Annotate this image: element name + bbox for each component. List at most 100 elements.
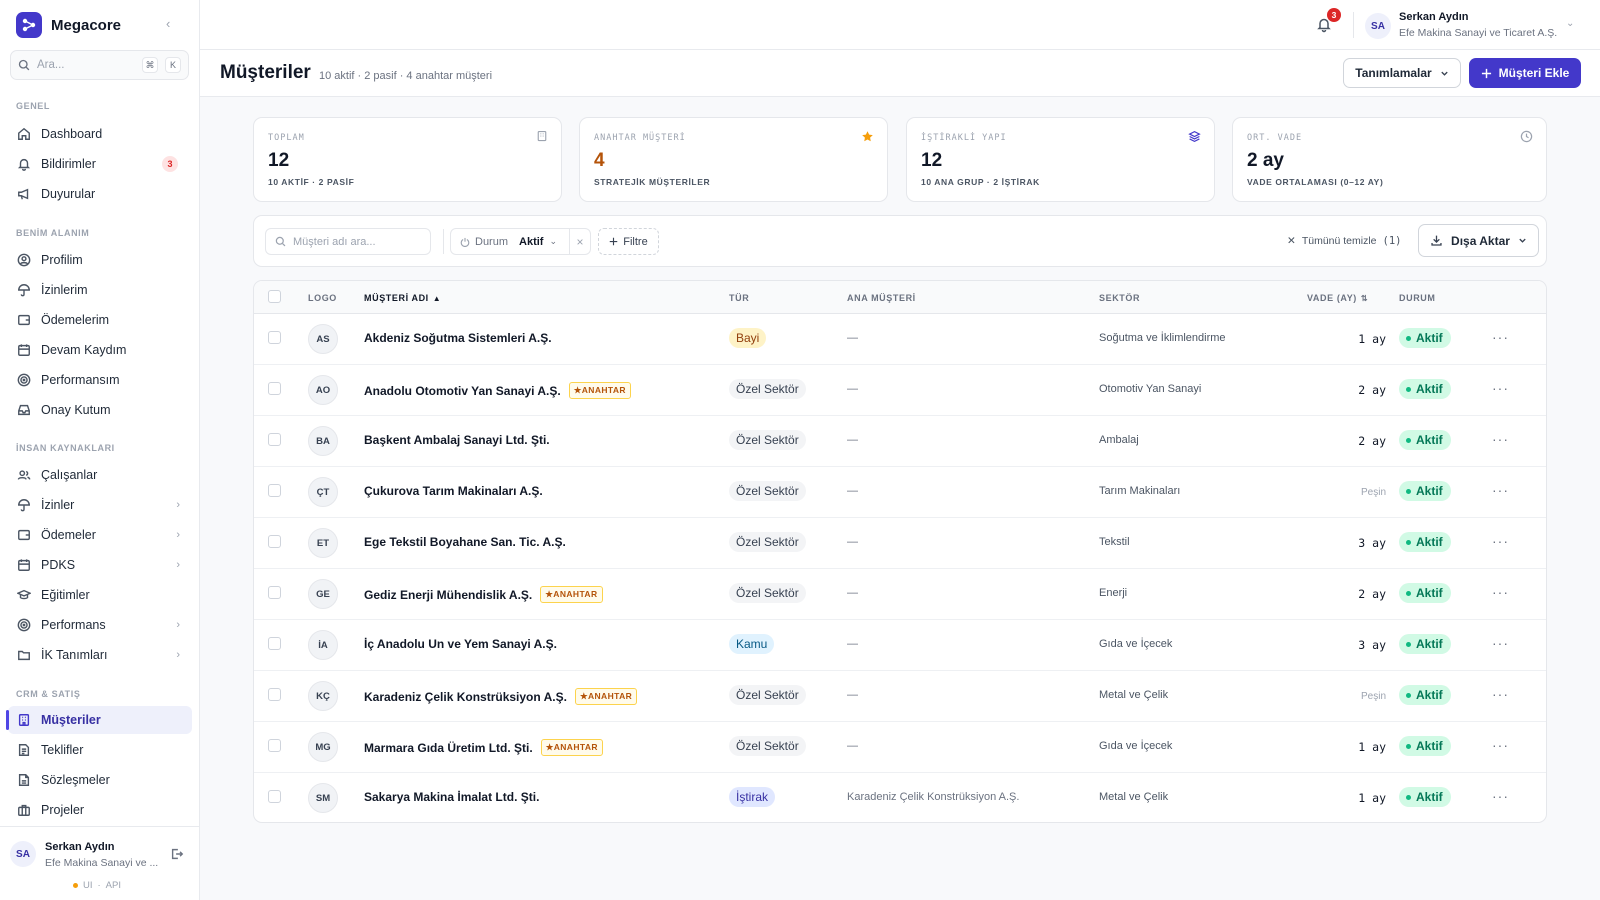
customer-name-cell[interactable]: Başkent Ambalaj Sanayi Ltd. Şti. [364, 433, 550, 447]
table-row[interactable]: MG Marmara Gıda Üretim Ltd. Şti. ★ANAHTAR Ö… [254, 722, 1546, 773]
sidebar-item-duyurular[interactable]: Duyurular [8, 180, 192, 208]
select-all-checkbox[interactable] [268, 290, 281, 303]
customer-name-cell[interactable]: Çukurova Tarım Makinaları A.Ş. [364, 484, 543, 498]
sidebar-item-odemeler[interactable]: Ödemeler › [8, 521, 192, 549]
more-actions-icon[interactable]: ··· [1492, 431, 1509, 447]
more-actions-icon[interactable]: ··· [1492, 533, 1509, 549]
sidebar-item-calisanlar[interactable]: Çalışanlar [8, 461, 192, 489]
row-checkbox[interactable] [268, 331, 281, 344]
sidebar-item-izinler[interactable]: İzinler › [8, 491, 192, 519]
sidebar-item-odemelerim[interactable]: Ödemelerim [8, 306, 192, 334]
sidebar-search-input[interactable]: Ara... [37, 59, 135, 71]
customer-name: Anadolu Otomotiv Yan Sanayi A.Ş. [364, 383, 561, 398]
stat-label: İŞTİRAKLİ YAPI [921, 133, 1007, 143]
sidebar-item-dashboard[interactable]: Dashboard [8, 120, 192, 148]
sidebar-item-egitimler[interactable]: Eğitimler [8, 581, 192, 609]
definitions-dropdown[interactable]: Tanımlamalar [1343, 58, 1461, 88]
sidebar-item-projeler[interactable]: Projeler [8, 796, 192, 824]
sidebar-item-teklifler[interactable]: Teklifler [8, 736, 192, 764]
add-customer-button[interactable]: Müşteri Ekle [1469, 58, 1581, 88]
star-icon: ★ [579, 691, 588, 701]
col-logo: LOGO [308, 293, 337, 303]
more-actions-icon[interactable]: ··· [1492, 329, 1509, 345]
brand[interactable]: Megacore [16, 12, 121, 38]
user-name[interactable]: Serkan Aydın [1399, 11, 1469, 23]
customer-name-cell[interactable]: Gediz Enerji Mühendislik A.Ş. ★ANAHTAR [364, 586, 603, 603]
customer-name-cell[interactable]: Ege Tekstil Boyahane San. Tic. A.Ş. [364, 535, 566, 549]
status-filter-chip[interactable]: Durum Aktif ⌄ × [450, 228, 591, 255]
table-row[interactable]: AS Akdeniz Soğutma Sistemleri A.Ş. Bayi — So… [254, 314, 1546, 365]
row-checkbox[interactable] [268, 433, 281, 446]
star-icon [862, 131, 873, 142]
table-row[interactable]: İA İç Anadolu Un ve Yem Sanayi A.Ş. Kamu — G… [254, 620, 1546, 671]
sidebar-item-profilim[interactable]: Profilim [8, 246, 192, 274]
avatar[interactable]: SA [10, 841, 36, 867]
page-header: Müşteriler 10 aktif · 2 pasif · 4 anahta… [200, 50, 1600, 97]
table-row[interactable]: GE Gediz Enerji Mühendislik A.Ş. ★ANAHTAR Ö… [254, 569, 1546, 620]
remove-filter-icon[interactable]: × [569, 229, 590, 254]
customer-name-cell[interactable]: Anadolu Otomotiv Yan Sanayi A.Ş. ★ANAHTAR [364, 382, 631, 399]
more-actions-icon[interactable]: ··· [1492, 686, 1509, 702]
table-row[interactable]: SM Sakarya Makina İmalat Ltd. Şti. İştirak… [254, 773, 1546, 822]
add-filter-button[interactable]: Filtre [598, 228, 659, 255]
row-checkbox[interactable] [268, 739, 281, 752]
sidebar-item-sozlesmeler[interactable]: Sözleşmeler [8, 766, 192, 794]
customer-name-cell[interactable]: Karadeniz Çelik Konstrüksiyon A.Ş. ★ANAHT… [364, 688, 638, 705]
stat-card-total: TOPLAM 12 10 AKTİF · 2 PASİF [253, 117, 562, 202]
sidebar-item-label: Performans [41, 618, 106, 632]
customer-name-cell[interactable]: Akdeniz Soğutma Sistemleri A.Ş. [364, 331, 552, 345]
logout-icon[interactable] [170, 847, 184, 861]
table-row[interactable]: ÇT Çukurova Tarım Makinaları A.Ş. Özel Sek… [254, 467, 1546, 518]
kbd-cmd: ⌘ [142, 57, 158, 73]
sidebar-item-performansim[interactable]: Performansım [8, 366, 192, 394]
row-checkbox[interactable] [268, 382, 281, 395]
table-row[interactable]: KÇ Karadeniz Çelik Konstrüksiyon A.Ş. ★ANA… [254, 671, 1546, 722]
sidebar-item-musteriler[interactable]: Müşteriler [6, 706, 192, 734]
clear-filters-button[interactable]: ✕ Tümünü temizle (1) [1287, 235, 1401, 247]
divider [1353, 12, 1354, 38]
sidebar-item-bildirimler[interactable]: Bildirimler 3 [8, 150, 192, 178]
more-actions-icon[interactable]: ··· [1492, 737, 1509, 753]
table-row[interactable]: BA Başkent Ambalaj Sanayi Ltd. Şti. Özel S… [254, 416, 1546, 467]
col-term[interactable]: VADE (AY) ⇅ [1307, 293, 1368, 303]
customer-name-cell[interactable]: İç Anadolu Un ve Yem Sanayi A.Ş. [364, 637, 557, 651]
row-checkbox[interactable] [268, 790, 281, 803]
row-checkbox[interactable] [268, 535, 281, 548]
sidebar-item-devam-kaydim[interactable]: Devam Kaydım [8, 336, 192, 364]
more-actions-icon[interactable]: ··· [1492, 635, 1509, 651]
customer-name-cell[interactable]: Marmara Gıda Üretim Ltd. Şti. ★ANAHTAR [364, 739, 603, 756]
collapse-sidebar-icon[interactable]: ‹ [166, 16, 170, 31]
sidebar-item-pdks[interactable]: PDKS › [8, 551, 192, 579]
page-title: Müşteriler [220, 62, 311, 83]
col-customer-name[interactable]: MÜŞTERİ ADI ▲ [364, 293, 441, 303]
more-actions-icon[interactable]: ··· [1492, 584, 1509, 600]
customer-logo: AO [308, 375, 338, 405]
sort-asc-icon: ▲ [432, 293, 442, 303]
row-checkbox[interactable] [268, 688, 281, 701]
key-tag-label: ANAHTAR [581, 385, 626, 395]
export-button[interactable]: Dışa Aktar [1418, 224, 1539, 257]
parent-customer: — [847, 587, 858, 599]
more-actions-icon[interactable]: ··· [1492, 380, 1509, 396]
filter-value[interactable]: Aktif [519, 236, 543, 248]
sidebar-item-onay-kutum[interactable]: Onay Kutum [8, 396, 192, 424]
row-checkbox[interactable] [268, 637, 281, 650]
sidebar-item-ik-tanimlari[interactable]: İK Tanımları › [8, 641, 192, 669]
row-checkbox[interactable] [268, 586, 281, 599]
bell-icon [17, 158, 31, 171]
avatar[interactable]: SA [1365, 13, 1391, 39]
customer-logo: İA [308, 630, 338, 660]
table-row[interactable]: ET Ege Tekstil Boyahane San. Tic. A.Ş. Öze… [254, 518, 1546, 569]
table-row[interactable]: AO Anadolu Otomotiv Yan Sanayi A.Ş. ★ANAHT… [254, 365, 1546, 416]
row-checkbox[interactable] [268, 484, 281, 497]
chevron-down-icon[interactable]: ⌄ [1566, 18, 1574, 29]
sidebar-search[interactable]: Ara... ⌘ K [10, 50, 189, 80]
more-actions-icon[interactable]: ··· [1492, 482, 1509, 498]
sidebar-item-izinlerim[interactable]: İzinlerim [8, 276, 192, 304]
col-parent: ANA MÜŞTERİ [847, 293, 916, 303]
customer-search-input[interactable]: Müşteri adı ara... [265, 228, 431, 255]
customer-name-cell[interactable]: Sakarya Makina İmalat Ltd. Şti. [364, 790, 539, 804]
sidebar-item-performans[interactable]: Performans › [8, 611, 192, 639]
notification-count-badge: 3 [1327, 8, 1341, 22]
more-actions-icon[interactable]: ··· [1492, 788, 1509, 804]
